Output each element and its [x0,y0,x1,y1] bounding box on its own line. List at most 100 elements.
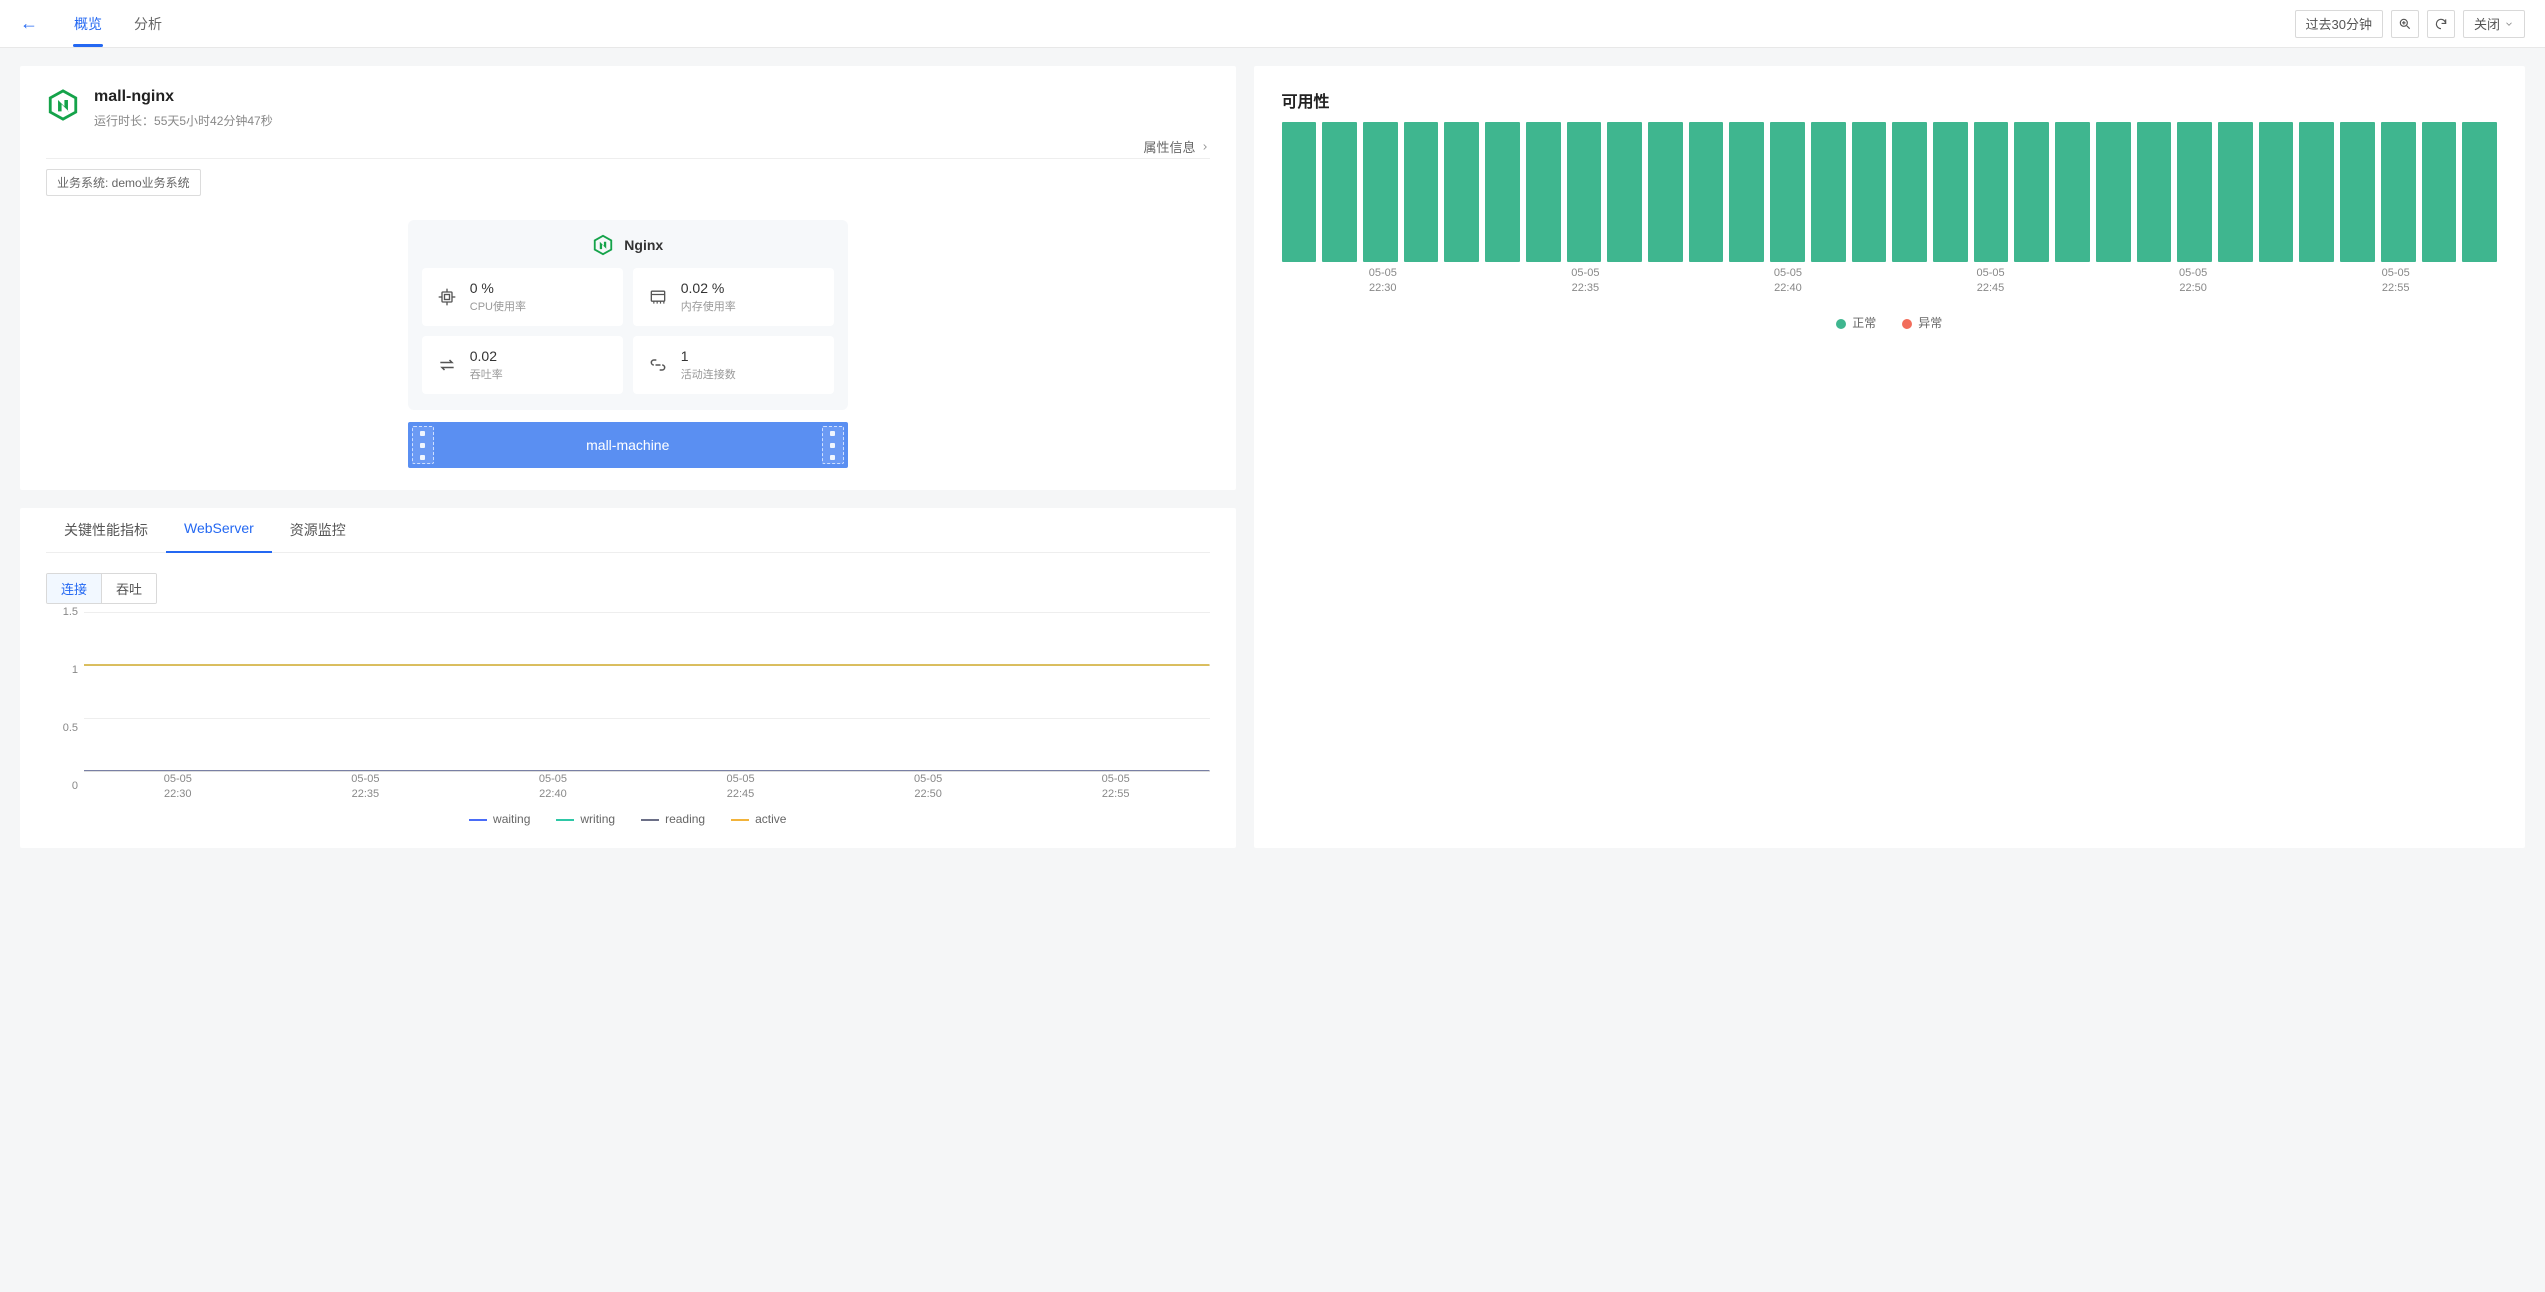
availability-bar [2259,122,2294,262]
availability-bar [1282,122,1317,262]
availability-bar [1567,122,1602,262]
metric-value: 0.02 [470,348,503,364]
back-arrow-icon[interactable]: ← [20,13,38,34]
availability-bar [2340,122,2375,262]
top-tabs: 概览 分析 [58,0,178,47]
chevron-down-icon [2504,19,2514,29]
instance-title: mall-nginx [94,88,273,106]
refresh-icon[interactable] [2427,10,2455,38]
metric-label: 活动连接数 [681,366,736,382]
legend-ok-dot [1836,319,1846,329]
legend-item[interactable]: writing [556,812,615,826]
swap-icon [436,354,458,376]
time-range-select[interactable]: 过去30分钟 [2295,10,2383,38]
line-chart-xtick: 05-0522:55 [1102,772,1130,803]
availability-bar [1444,122,1479,262]
availability-card: 可用性 05-0522:3005-0522:3505-0522:4005-052… [1254,66,2526,848]
attr-info-link[interactable]: 属性信息 [1143,137,1209,156]
line-chart-ytick: 1 [72,664,78,676]
availability-xtick: 05-0522:35 [1571,266,1599,297]
availability-bar [2137,122,2172,262]
perf-tabs: 关键性能指标WebServer资源监控 [46,508,1210,553]
availability-bar [1729,122,1764,262]
memory-icon [647,286,669,308]
perf-tab[interactable]: 关键性能指标 [46,508,166,552]
availability-bar [2299,122,2334,262]
machine-name: mall-machine [586,437,669,453]
perf-segment[interactable]: 连接 [47,574,101,603]
availability-bar [1322,122,1357,262]
perf-card: 关键性能指标WebServer资源监控 连接吞吐 0 0.5 1 1.5 05-052… [20,508,1236,848]
attr-info-label: 属性信息 [1143,137,1195,156]
availability-bar [2014,122,2049,262]
legend-item[interactable]: reading [641,812,705,826]
availability-bar [1648,122,1683,262]
availability-bar [1974,122,2009,262]
summary-card: mall-nginx 运行时长：55天5小时42分钟47秒 属性信息 业务系统:… [20,66,1236,490]
nginx-logo-icon [46,88,80,122]
biz-system-chip[interactable]: 业务系统: demo业务系统 [46,169,201,196]
line-chart-xtick: 05-0522:50 [914,772,942,803]
runtime-text: 运行时长：55天5小时42分钟47秒 [94,112,273,129]
line-chart-ytick: 0 [72,780,78,792]
line-chart-xtick: 05-0522:35 [351,772,379,803]
tab-overview-label: 概览 [74,14,102,34]
nginx-title: Nginx [624,237,663,253]
machine-bar[interactable]: mall-machine [408,422,848,468]
zoom-icon[interactable] [2391,10,2419,38]
availability-bar [2218,122,2253,262]
legend-swatch [641,819,659,821]
line-chart-ytick: 1.5 [63,606,78,618]
nginx-metrics-panel: Nginx 0 %CPU使用率0.02 %内存使用率0.02吞吐率1活动连接数 … [408,220,848,468]
rack-left-icon [412,426,434,464]
legend-err-dot [1902,319,1912,329]
availability-bar [1811,122,1846,262]
metric-value: 0.02 % [681,280,736,296]
availability-title: 可用性 [1282,88,2498,112]
metric-card[interactable]: 0.02 吞吐率 [422,336,623,394]
availability-xtick: 05-0522:30 [1369,266,1397,297]
metric-label: 吞吐率 [470,366,503,382]
availability-bar [2177,122,2212,262]
chevron-right-icon [1200,142,1210,152]
metric-card[interactable]: 0 % CPU使用率 [422,268,623,326]
metric-value: 1 [681,348,736,364]
availability-bar [2055,122,2090,262]
availability-bar-chart: 05-0522:30 05-0522:35 05-0522:40 05-0522:45… [1282,122,2498,302]
close-label: 关闭 [2474,14,2500,33]
availability-bar [2096,122,2131,262]
perf-segments: 连接吞吐 [46,573,157,604]
top-bar: ← 概览 分析 过去30分钟 关闭 [0,0,2545,48]
metric-label: CPU使用率 [470,298,526,314]
legend-swatch [556,819,574,821]
legend-ok-label: 正常 [1852,316,1876,330]
availability-bar [1770,122,1805,262]
tab-analysis[interactable]: 分析 [118,0,178,47]
availability-bar [1933,122,1968,262]
legend-item[interactable]: active [731,812,786,826]
availability-xtick: 05-0522:40 [1774,266,1802,297]
line-chart-ytick: 0.5 [63,722,78,734]
availability-xtick: 05-0522:45 [1976,266,2004,297]
availability-legend: 正常 异常 [1282,314,2498,331]
availability-bar [1363,122,1398,262]
perf-tab[interactable]: 资源监控 [272,508,364,552]
tab-overview[interactable]: 概览 [58,0,118,47]
availability-bar [2462,122,2497,262]
availability-xtick: 05-0522:55 [2382,266,2410,297]
perf-tab[interactable]: WebServer [166,508,272,552]
availability-bar [1892,122,1927,262]
legend-item[interactable]: waiting [469,812,530,826]
time-range-label: 过去30分钟 [2306,14,2372,33]
legend-swatch [469,819,487,821]
metric-card[interactable]: 1 活动连接数 [633,336,834,394]
close-dropdown[interactable]: 关闭 [2463,10,2525,38]
rack-right-icon [822,426,844,464]
metric-card[interactable]: 0.02 %内存使用率 [633,268,834,326]
availability-bar [2422,122,2457,262]
line-chart-xtick: 05-0522:30 [164,772,192,803]
availability-bar [1852,122,1887,262]
availability-bar [1485,122,1520,262]
metric-value: 0 % [470,280,526,296]
perf-segment[interactable]: 吞吐 [101,574,156,603]
